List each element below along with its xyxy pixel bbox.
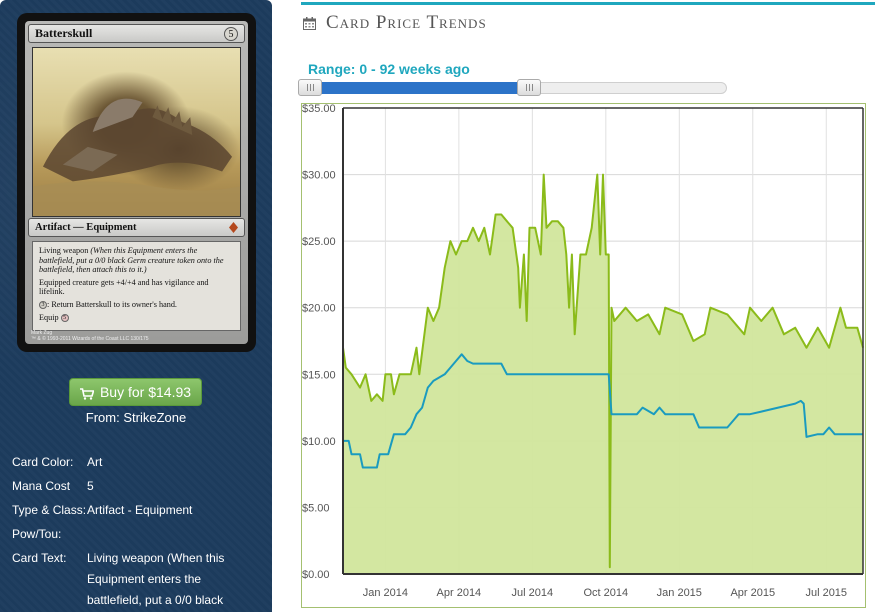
section-title: Card Price Trends bbox=[326, 12, 487, 33]
info-label: Card Text: bbox=[12, 551, 67, 565]
vendor-label: From: StrikeZone bbox=[85, 410, 187, 425]
range-slider-handle-end[interactable] bbox=[517, 79, 542, 96]
price-chart: $0.00 $5.00 $10.00 $15.00 $20.00 $25.00 $30.00… bbox=[302, 103, 864, 599]
info-label: Pow/Tou: bbox=[12, 527, 62, 541]
card-image: Batterskull 5 Artifact — Equipment Livin… bbox=[17, 13, 256, 352]
y-tick-label: $0.00 bbox=[302, 569, 330, 581]
info-row-mana-cost: Mana Cost 5 bbox=[12, 478, 262, 502]
x-tick-label: Apr 2014 bbox=[437, 587, 482, 599]
info-value-card-text: Living weapon (When this Equipment enter… bbox=[87, 551, 225, 607]
info-label: Type & Class: bbox=[12, 503, 87, 517]
buy-button[interactable]: Buy for $14.93 bbox=[69, 378, 202, 406]
copyright-line: ™ & © 1993-2011 Wizards of the Coast LLC… bbox=[31, 336, 149, 342]
card-detail-panel: Batterskull 5 Artifact — Equipment Livin… bbox=[0, 0, 272, 612]
info-row-card-text: Card Text: Living weapon (When this Equi… bbox=[12, 550, 262, 611]
y-tick-label: $25.00 bbox=[302, 236, 336, 248]
info-value: 5 bbox=[87, 479, 94, 493]
x-tick-label: Jul 2015 bbox=[805, 587, 847, 599]
rules-line: 3: Return Batterskull to its owner's han… bbox=[39, 300, 234, 310]
generic-mana-icon: 5 bbox=[60, 313, 69, 322]
y-tick-label: $15.00 bbox=[302, 369, 336, 381]
card-artwork bbox=[32, 47, 241, 217]
generic-mana-icon: 3 bbox=[39, 301, 47, 310]
info-row-color: Card Color: Art bbox=[12, 454, 262, 478]
card-footer: Mark Zug ™ & © 1993-2011 Wizards of the … bbox=[31, 330, 242, 342]
buy-button-label: Buy for $14.93 bbox=[99, 384, 192, 400]
card-frame: Batterskull 5 Artifact — Equipment Livin… bbox=[25, 21, 248, 344]
rules-line: Equipped creature gets +4/+4 and has vig… bbox=[39, 277, 209, 297]
card-title-bar: Batterskull 5 bbox=[28, 24, 245, 43]
info-row-type: Type & Class: Artifact - Equipment bbox=[12, 502, 262, 526]
card-info-list: Card Color: Art Mana Cost 5 Type & Class… bbox=[12, 454, 262, 611]
range-slider-handle-start[interactable] bbox=[298, 79, 322, 96]
rules-line: Living weapon (When this Equipment enter… bbox=[39, 246, 224, 275]
info-value: Art bbox=[87, 455, 103, 469]
shopping-cart-icon bbox=[79, 387, 95, 400]
card-rules-text: Living weapon (When this Equipment enter… bbox=[32, 241, 241, 331]
y-tick-label: $30.00 bbox=[302, 170, 336, 182]
info-value: Artifact - Equipment bbox=[87, 503, 193, 517]
x-tick-label: Oct 2014 bbox=[584, 587, 629, 599]
info-label: Mana Cost bbox=[12, 479, 71, 493]
info-row-pow-tou: Pow/Tou: bbox=[12, 526, 262, 550]
card-type-line: Artifact — Equipment bbox=[35, 222, 137, 233]
rules-line: Equip 5 bbox=[39, 313, 234, 323]
x-tick-label: Apr 2015 bbox=[730, 587, 775, 599]
range-label: Range: 0 - 92 weeks ago bbox=[308, 61, 470, 77]
card-type-bar: Artifact — Equipment bbox=[28, 218, 245, 237]
y-tick-label: $35.00 bbox=[302, 103, 336, 115]
x-tick-label: Jan 2014 bbox=[363, 587, 408, 599]
set-symbol-icon bbox=[229, 222, 238, 233]
y-tick-label: $5.00 bbox=[302, 502, 330, 514]
section-divider bbox=[301, 2, 875, 5]
card-name: Batterskull bbox=[35, 26, 93, 40]
range-slider-fill bbox=[310, 82, 530, 94]
y-tick-label: $20.00 bbox=[302, 303, 336, 315]
calendar-icon bbox=[303, 16, 316, 30]
mana-symbol-icon: 5 bbox=[224, 26, 238, 41]
y-tick-label: $10.00 bbox=[302, 436, 336, 448]
x-tick-label: Jul 2014 bbox=[512, 587, 554, 599]
section-header: Card Price Trends bbox=[303, 12, 487, 34]
info-label: Card Color: bbox=[12, 455, 74, 469]
x-tick-label: Jan 2015 bbox=[657, 587, 702, 599]
